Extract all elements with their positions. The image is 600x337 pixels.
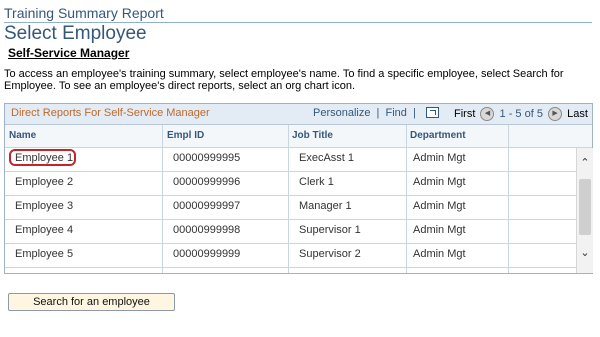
table-row: Employee 4 00000999998 Supervisor 1 Admi… — [5, 220, 576, 244]
title-bar: Training Summary Report — [4, 4, 592, 23]
download-icon[interactable] — [425, 106, 439, 118]
department: Admin Mgt — [413, 152, 466, 164]
table-row: Employee 3 00000999997 Manager 1 Admin M… — [5, 196, 576, 220]
department: Admin Mgt — [413, 200, 466, 212]
job-title: ExecAsst 1 — [299, 152, 355, 164]
column-header-job-title[interactable]: Job Title — [292, 130, 333, 141]
table-row: Employee 1 00000999995 ExecAsst 1 Admin … — [5, 148, 576, 172]
page-title: Select Employee — [4, 23, 147, 44]
separator: | — [412, 107, 416, 120]
employee-name-link[interactable]: Employee 3 — [15, 200, 73, 212]
separator: | — [376, 107, 380, 120]
first-link[interactable]: First — [454, 108, 475, 120]
empl-id: 00000999997 — [173, 200, 241, 212]
grid-nav: Personalize | Find | — [313, 106, 439, 120]
scroll-up-icon[interactable]: ⌃ — [578, 156, 592, 170]
job-title: Supervisor 1 — [299, 224, 361, 236]
empl-id: 00000999996 — [173, 176, 241, 188]
employee-name-link[interactable]: Employee 1 — [15, 152, 73, 164]
empl-id: 00000999998 — [173, 224, 241, 236]
employee-name-link[interactable]: Employee 5 — [15, 248, 73, 260]
scroll-thumb[interactable] — [579, 179, 591, 235]
report-title: Training Summary Report — [4, 5, 164, 21]
total-count: 5 — [536, 108, 543, 120]
column-headers: Name Empl ID Job Title Department — [5, 125, 592, 148]
page-range: 1 - 5 — [499, 108, 522, 120]
department: Admin Mgt — [413, 224, 466, 236]
column-header-empl-id[interactable]: Empl ID — [167, 130, 204, 141]
next-icon[interactable]: ▶ — [548, 107, 563, 121]
instructions-text: To access an employee's training summary… — [4, 68, 564, 92]
job-title: Manager 1 — [299, 200, 352, 212]
empl-id: 00000999999 — [173, 248, 241, 260]
employee-name-link[interactable]: Employee 4 — [15, 224, 73, 236]
job-title: Clerk 1 — [299, 176, 334, 188]
table-row: Employee 2 00000999996 Clerk 1 Admin Mgt — [5, 172, 576, 196]
grid-caption: Direct Reports For Self-Service Manager — [11, 107, 210, 119]
column-header-name[interactable]: Name — [9, 130, 36, 141]
pager: First ◀ 1 - 5 of 5 ▶ Last — [454, 107, 588, 121]
scroll-down-icon[interactable]: ⌄ — [578, 246, 592, 260]
section-title: Self-Service Manager — [8, 46, 130, 60]
grid-header: Direct Reports For Self-Service Manager … — [5, 104, 592, 125]
vertical-scrollbar[interactable]: ⌃ ⌄ — [576, 148, 593, 273]
find-link[interactable]: Find — [385, 107, 406, 119]
last-link[interactable]: Last — [567, 108, 588, 120]
employee-name-link[interactable]: Employee 2 — [15, 176, 73, 188]
department: Admin Mgt — [413, 176, 466, 188]
previous-icon[interactable]: ◀ — [480, 107, 495, 121]
search-employee-button[interactable]: Search for an employee — [8, 293, 175, 311]
personalize-link[interactable]: Personalize — [313, 107, 370, 119]
direct-reports-grid: Direct Reports For Self-Service Manager … — [4, 103, 593, 274]
table-row: Employee 5 00000999999 Supervisor 2 Admi… — [5, 244, 576, 268]
department: Admin Mgt — [413, 248, 466, 260]
job-title: Supervisor 2 — [299, 248, 361, 260]
empl-id: 00000999995 — [173, 152, 241, 164]
column-header-department[interactable]: Department — [410, 130, 466, 141]
of-label: of — [524, 108, 534, 120]
